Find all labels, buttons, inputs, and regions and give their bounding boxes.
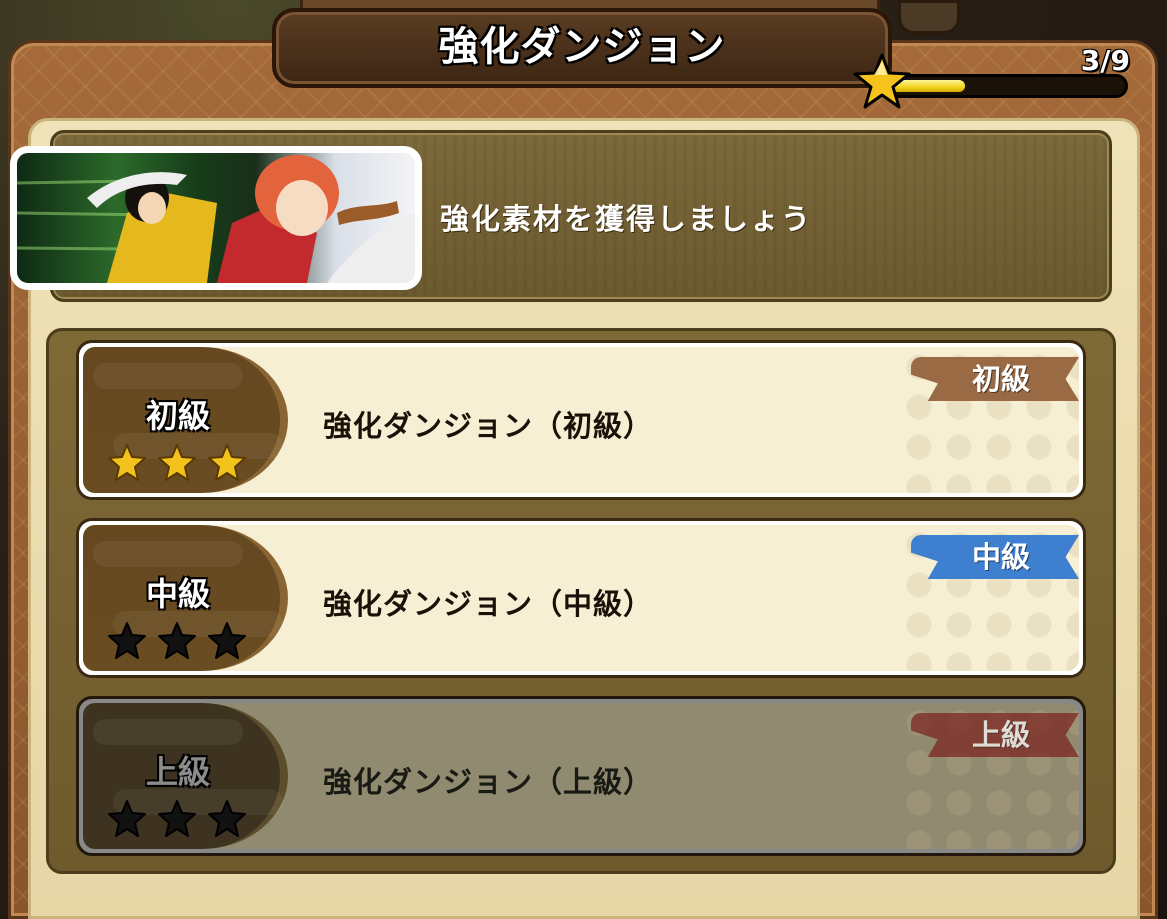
star-empty-icon [108,622,146,659]
star-empty-icon [108,800,146,837]
difficulty-badge: 上級 [911,713,1079,757]
intro-text: 強化素材を獲得しましょう [440,202,813,236]
star-rating [107,799,247,839]
dungeon-title: 強化ダンジョン（初級） [323,409,654,443]
screen: 強化ダンジョン 3/9 強化素材を獲得しましょう 初級 強化ダンジョン（初級） … [0,0,1167,919]
star-empty-icon [158,800,196,837]
top-pill [898,0,960,34]
card-body: 初級 強化ダンジョン（初級） 初級 [83,347,1079,493]
star-filled-icon [158,444,196,481]
progress-bar [880,74,1128,98]
star-filled-icon [208,444,246,481]
dungeon-card-advanced[interactable]: 上級 強化ダンジョン（上級） 上級 [76,696,1086,856]
character-illustration [17,155,415,283]
level-label: 中級 [145,575,210,613]
star-icon [853,53,911,109]
star-rating [107,443,247,483]
level-label: 初級 [145,397,210,435]
difficulty-badge: 中級 [911,535,1079,579]
card-body: 中級 強化ダンジョン（中級） 中級 [83,525,1079,671]
dialog-title: 強化ダンジョン [438,24,726,70]
dungeon-card-beginner[interactable]: 初級 強化ダンジョン（初級） 初級 [76,340,1086,500]
difficulty-badge: 初級 [911,357,1079,401]
dungeon-title: 強化ダンジョン（上級） [323,765,654,799]
star-empty-icon [208,800,246,837]
card-body: 上級 強化ダンジョン（上級） 上級 [83,703,1079,849]
star-filled-icon [108,444,146,481]
star-rating [107,621,247,661]
dungeon-title: 強化ダンジョン（中級） [323,587,654,621]
character-art [10,146,422,290]
dungeon-card-intermediate[interactable]: 中級 強化ダンジョン（中級） 中級 [76,518,1086,678]
star-empty-icon [208,622,246,659]
star-empty-icon [158,622,196,659]
badge-label: 中級 [971,540,1030,574]
badge-label: 上級 [971,718,1030,752]
badge-label: 初級 [971,362,1030,396]
progress-count: 3/9 [1080,44,1130,77]
level-label: 上級 [145,753,210,791]
